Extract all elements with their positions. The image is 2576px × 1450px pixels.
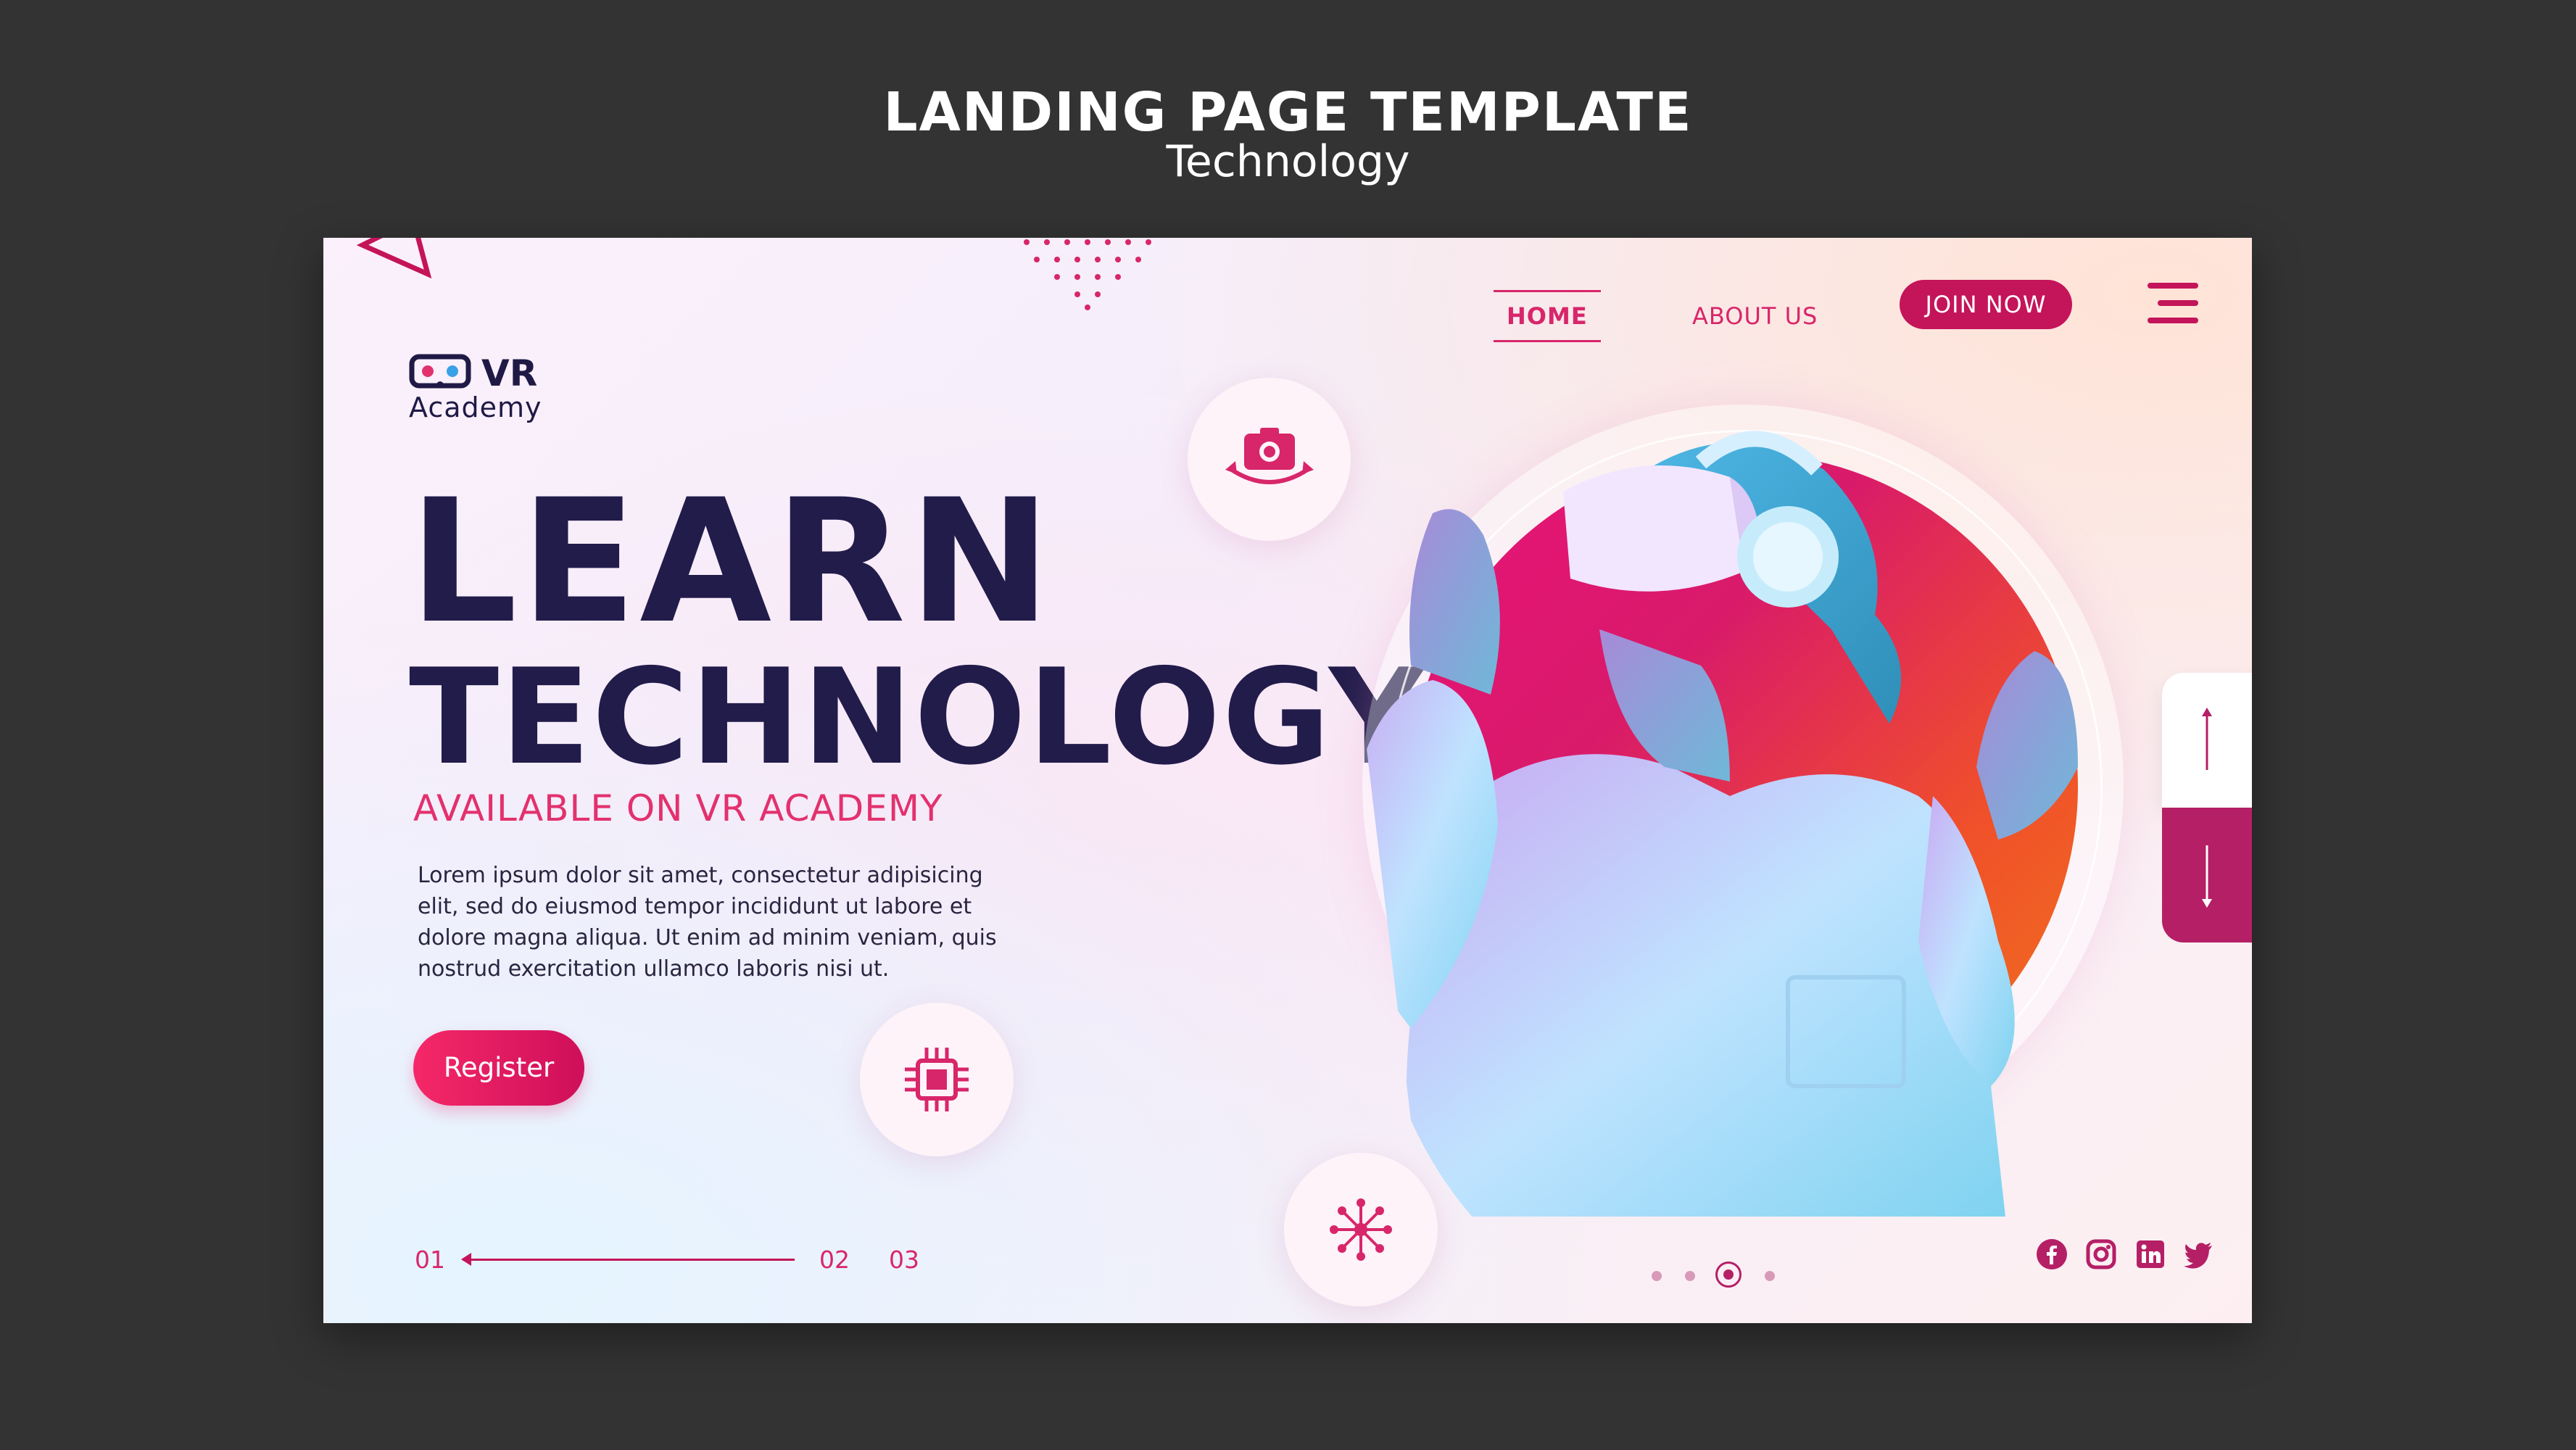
headline-technology: TECHNOLOGY xyxy=(409,640,1426,794)
carousel-dot-active[interactable] xyxy=(1715,1262,1742,1288)
cpu-chip-icon-badge xyxy=(860,1003,1014,1156)
landing-page-card: HOME ABOUT US JOIN NOW VR Academy LEARN … xyxy=(323,238,2252,1323)
carousel-dot[interactable] xyxy=(1765,1271,1775,1281)
hamburger-menu-icon[interactable] xyxy=(2148,283,2198,323)
arrow-left-icon xyxy=(461,1253,471,1266)
subheading: AVAILABLE ON VR ACADEMY xyxy=(413,787,943,829)
instagram-icon[interactable] xyxy=(2085,1238,2117,1270)
pager-item-01[interactable]: 01 xyxy=(415,1246,445,1274)
decorative-triangle-icon xyxy=(356,238,432,279)
scroll-down-button[interactable] xyxy=(2162,808,2252,942)
pager-item-03[interactable]: 03 xyxy=(889,1246,919,1274)
facebook-icon[interactable] xyxy=(2036,1238,2068,1270)
arrow-up-icon xyxy=(2202,708,2212,770)
carousel-dot[interactable] xyxy=(1652,1271,1662,1281)
nav-about-link[interactable]: ABOUT US xyxy=(1692,292,1818,340)
decorative-dots-pattern xyxy=(1024,239,1151,310)
logo-academy-text: Academy xyxy=(409,392,542,423)
logo-vr-text: VR xyxy=(481,352,538,394)
template-subtitle: Technology xyxy=(1166,136,1410,187)
linkedin-icon[interactable] xyxy=(2134,1238,2166,1270)
vr-headset-icon xyxy=(409,354,471,389)
nav-home-link[interactable]: HOME xyxy=(1494,290,1601,342)
cpu-chip-icon xyxy=(905,1048,969,1111)
pager-progress-line xyxy=(463,1259,795,1261)
pager-item-02[interactable]: 02 xyxy=(819,1246,850,1274)
hero-vr-person-image xyxy=(1350,431,2078,1217)
arrow-down-icon xyxy=(2202,845,2212,908)
join-now-button[interactable]: JOIN NOW xyxy=(1900,280,2072,329)
template-title: LANDING PAGE TEMPLATE xyxy=(883,81,1693,144)
twitter-icon[interactable] xyxy=(2182,1238,2214,1270)
scroll-up-button[interactable] xyxy=(2162,673,2252,808)
headline-learn: LEARN xyxy=(409,463,1054,661)
carousel-dot[interactable] xyxy=(1685,1271,1695,1281)
register-button[interactable]: Register xyxy=(413,1030,584,1106)
body-paragraph: Lorem ipsum dolor sit amet, consectetur … xyxy=(418,863,997,982)
camera-360-icon xyxy=(1225,427,1314,484)
